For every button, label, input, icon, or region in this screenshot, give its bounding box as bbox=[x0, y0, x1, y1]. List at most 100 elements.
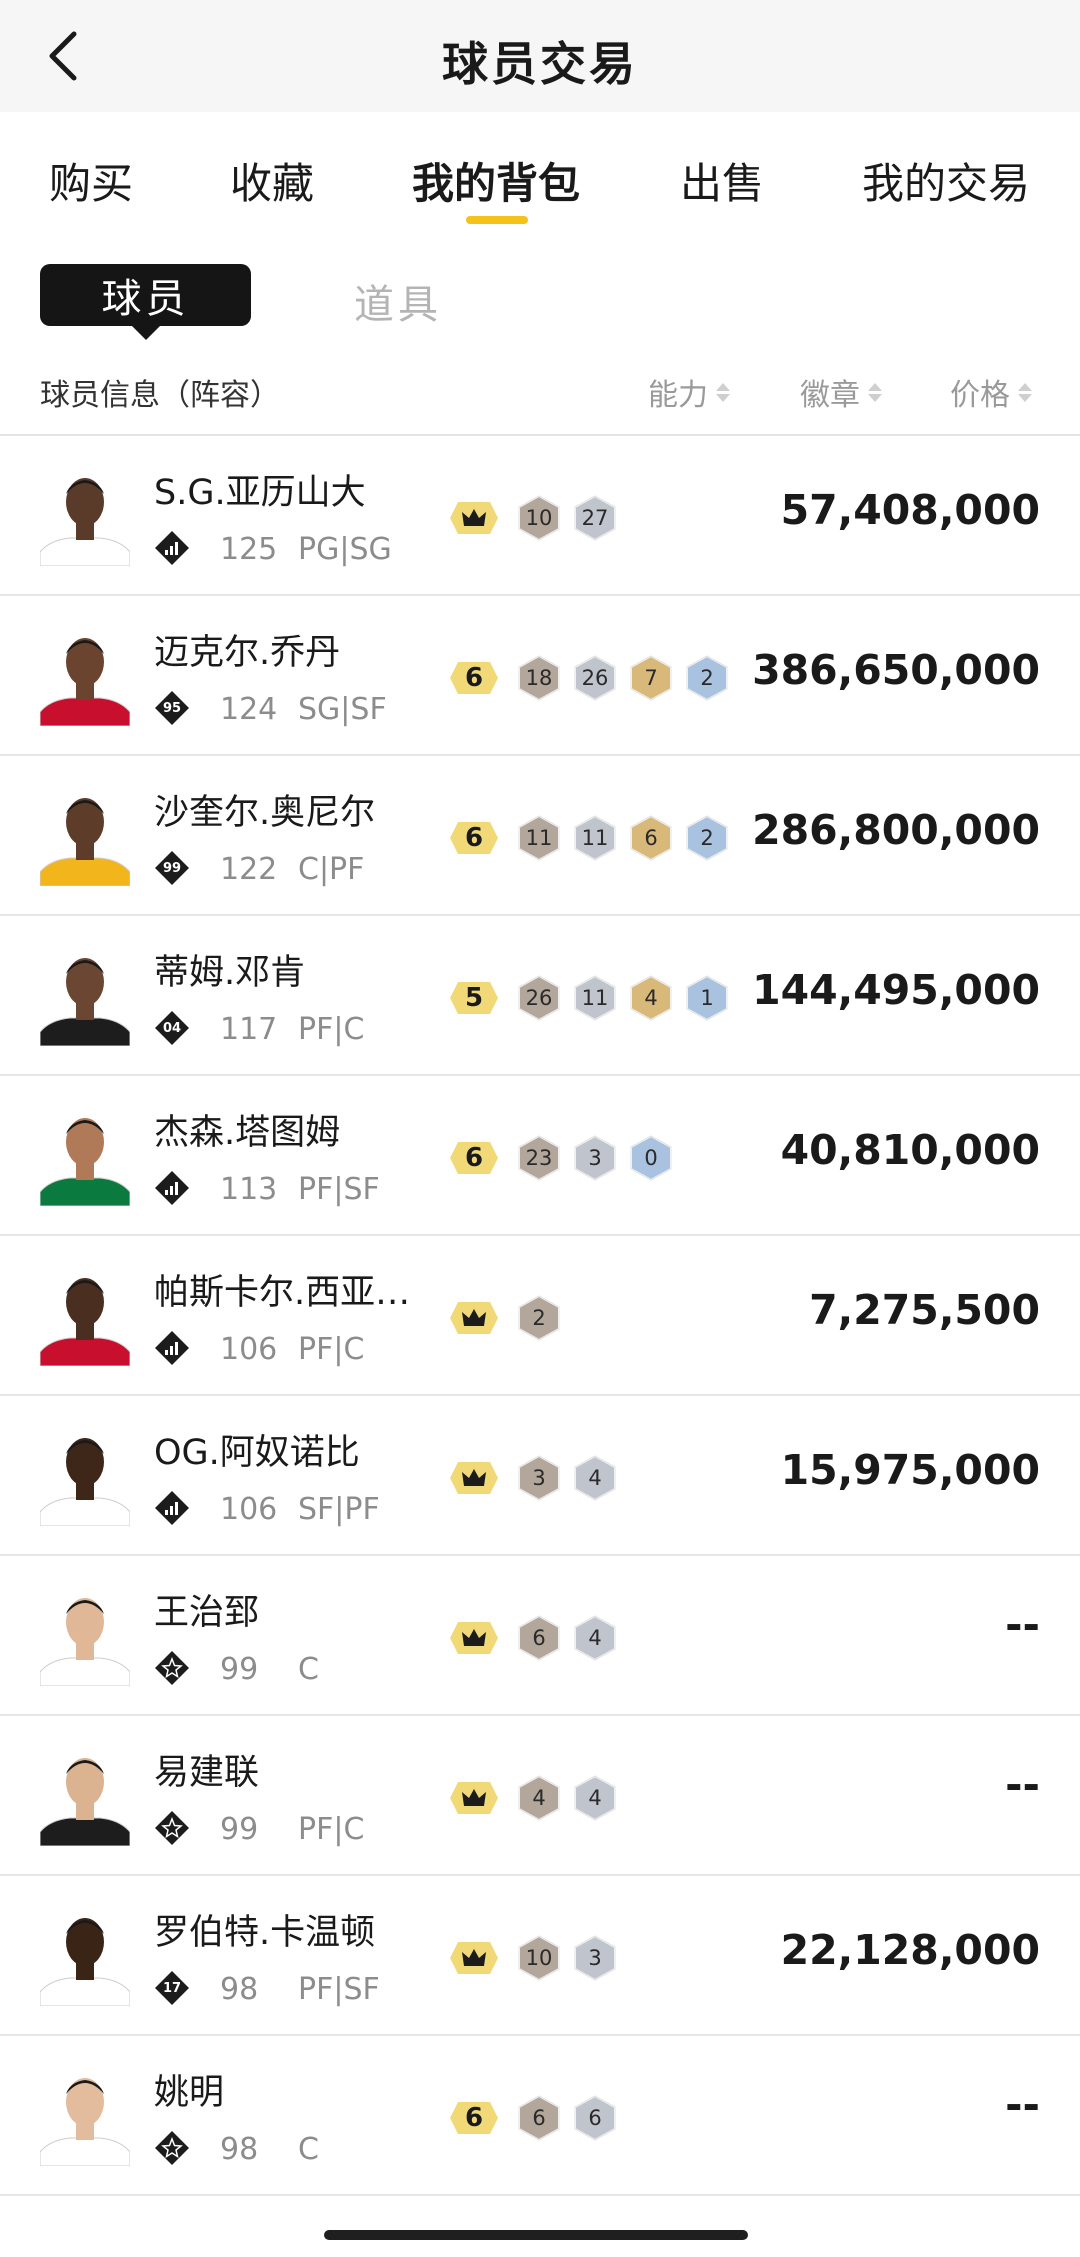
player-name: 王治郅 bbox=[154, 1593, 260, 1633]
badge-count: 27 bbox=[581, 506, 609, 530]
player-price: -- bbox=[1005, 1760, 1040, 1809]
ability-level: 6 bbox=[464, 1143, 484, 1173]
player-row[interactable]: 沙奎尔.奥尼尔 99 122 C|PF 6 11 11 6 2 286,800,000 bbox=[0, 756, 1080, 916]
tab-sell[interactable]: 出售 bbox=[680, 150, 764, 211]
subtab-players-label: 球员 bbox=[101, 276, 190, 322]
player-row[interactable]: 杰森.塔图姆 113 PF|SF 6 23 3 0 40,810,000 bbox=[0, 1076, 1080, 1236]
card-tier-icon: 17 bbox=[154, 1970, 190, 2006]
tab-my-trades[interactable]: 我的交易 bbox=[862, 150, 1030, 211]
ability-badges: 6 18 26 7 2 bbox=[448, 654, 738, 702]
badge-count: 4 bbox=[644, 986, 658, 1010]
badge-bronze-icon: 4 bbox=[514, 1773, 564, 1823]
badge-count: 2 bbox=[532, 1306, 546, 1330]
player-row[interactable]: 迈克尔.乔丹 95 124 SG|SF 6 18 26 7 2 386,650,000 bbox=[0, 596, 1080, 756]
ability-badges: 10 3 bbox=[448, 1934, 626, 1982]
ability-level-badge: 5 bbox=[448, 978, 500, 1018]
player-avatar bbox=[40, 786, 130, 886]
column-player-info: 球员信息（阵容） bbox=[40, 378, 280, 413]
badge-count: 23 bbox=[525, 1146, 553, 1170]
player-row[interactable]: 蒂姆.邓肯 04 117 PF|C 5 26 11 4 1 144,495,000 bbox=[0, 916, 1080, 1076]
player-price: 57,408,000 bbox=[780, 486, 1040, 534]
ability-crown-badge bbox=[448, 1298, 500, 1338]
badge-bronze-icon: 18 bbox=[514, 653, 564, 703]
badge-gold-icon: 4 bbox=[626, 973, 676, 1023]
sort-ability[interactable]: 能力 bbox=[648, 370, 730, 414]
card-tier-icon: 99 bbox=[154, 850, 190, 886]
badge-blue-icon: 0 bbox=[626, 1133, 676, 1183]
badge-count: 11 bbox=[525, 826, 553, 850]
badge-bronze-icon: 11 bbox=[514, 813, 564, 863]
subtab-players[interactable]: 球员 bbox=[40, 264, 251, 340]
player-row[interactable]: 罗伯特.卡温顿 17 98 PF|SF 10 3 22,128,000 bbox=[0, 1876, 1080, 2036]
player-rating: 124 bbox=[220, 692, 278, 727]
subtabs: 球员 道具 bbox=[0, 240, 1080, 350]
ability-level-badge: 6 bbox=[448, 658, 500, 698]
card-tier-icon: 04 bbox=[154, 1010, 190, 1046]
player-rating: 106 bbox=[220, 1332, 278, 1367]
card-tier-icon bbox=[154, 1170, 190, 1206]
player-position: C|PF bbox=[298, 852, 365, 887]
player-row[interactable]: 易建联 99 PF|C 4 4 -- bbox=[0, 1716, 1080, 1876]
player-row[interactable]: 帕斯卡尔.西亚… 106 PF|C 2 7,275,500 bbox=[0, 1236, 1080, 1396]
sort-price[interactable]: 价格 bbox=[950, 370, 1032, 414]
badge-count: 0 bbox=[644, 1146, 658, 1170]
main-tabs: 购买 收藏 我的背包 出售 我的交易 bbox=[0, 112, 1080, 240]
tab-favorites[interactable]: 收藏 bbox=[230, 150, 314, 211]
sort-ability-label: 能力 bbox=[648, 378, 708, 413]
player-price: 386,650,000 bbox=[752, 646, 1040, 694]
active-tab-indicator bbox=[466, 216, 528, 224]
subtab-items[interactable]: 道具 bbox=[354, 272, 442, 330]
badge-count: 2 bbox=[700, 666, 714, 690]
player-name: 杰森.塔图姆 bbox=[154, 1113, 341, 1153]
player-row[interactable]: 姚明 98 C 6 6 6 -- bbox=[0, 2036, 1080, 2196]
ability-badges: 2 bbox=[448, 1294, 570, 1342]
ability-level: 6 bbox=[464, 663, 484, 693]
player-position: PG|SG bbox=[298, 532, 392, 567]
player-price: 22,128,000 bbox=[780, 1926, 1040, 1974]
player-rating: 99 bbox=[220, 1812, 259, 1847]
player-row[interactable]: S.G.亚历山大 125 PG|SG 10 27 57,408,000 bbox=[0, 436, 1080, 596]
badge-count: 1 bbox=[700, 986, 714, 1010]
ability-crown-badge bbox=[448, 1778, 500, 1818]
player-price: 144,495,000 bbox=[752, 966, 1040, 1014]
badge-count: 4 bbox=[588, 1466, 602, 1490]
player-rating: 113 bbox=[220, 1172, 278, 1207]
card-tier-icon bbox=[154, 1810, 190, 1846]
badge-silver-icon: 11 bbox=[570, 973, 620, 1023]
player-avatar bbox=[40, 2066, 130, 2166]
top-bar: 球员交易 bbox=[0, 0, 1080, 112]
player-position: SF|PF bbox=[298, 1492, 380, 1527]
player-avatar bbox=[40, 466, 130, 566]
badge-count: 3 bbox=[532, 1466, 546, 1490]
sort-price-label: 价格 bbox=[950, 378, 1010, 413]
player-row[interactable]: 王治郅 99 C 6 4 -- bbox=[0, 1556, 1080, 1716]
player-avatar bbox=[40, 1266, 130, 1366]
ability-crown-badge bbox=[448, 1458, 500, 1498]
player-price: 286,800,000 bbox=[752, 806, 1040, 854]
player-rating: 98 bbox=[220, 1972, 259, 2007]
card-tier-icon bbox=[154, 2130, 190, 2166]
sort-badge[interactable]: 徽章 bbox=[800, 370, 882, 414]
badge-count: 2 bbox=[700, 826, 714, 850]
player-position: SG|SF bbox=[298, 692, 387, 727]
card-tier-number: 04 bbox=[162, 1020, 182, 1036]
sort-badge-label: 徽章 bbox=[800, 378, 860, 413]
player-name: 沙奎尔.奥尼尔 bbox=[154, 793, 376, 833]
player-name: 易建联 bbox=[154, 1753, 260, 1793]
ability-badges: 44 bbox=[448, 1774, 626, 1822]
card-tier-number: 95 bbox=[162, 700, 182, 716]
player-avatar bbox=[40, 1586, 130, 1686]
ability-badges: 6 23 3 0 bbox=[448, 1134, 682, 1182]
player-price: -- bbox=[1005, 1600, 1040, 1649]
tab-my-backpack[interactable]: 我的背包 bbox=[412, 150, 580, 211]
card-tier-icon bbox=[154, 1650, 190, 1686]
badge-count: 7 bbox=[644, 666, 658, 690]
home-indicator[interactable] bbox=[324, 2230, 748, 2240]
player-avatar bbox=[40, 1426, 130, 1526]
badge-bronze-icon: 10 bbox=[514, 493, 564, 543]
badge-blue-icon: 2 bbox=[682, 813, 732, 863]
badge-bronze-icon: 6 bbox=[514, 2093, 564, 2143]
player-row[interactable]: OG.阿奴诺比 106 SF|PF 3 4 15,975,000 bbox=[0, 1396, 1080, 1556]
tab-buy[interactable]: 购买 bbox=[49, 150, 133, 211]
player-avatar bbox=[40, 946, 130, 1046]
